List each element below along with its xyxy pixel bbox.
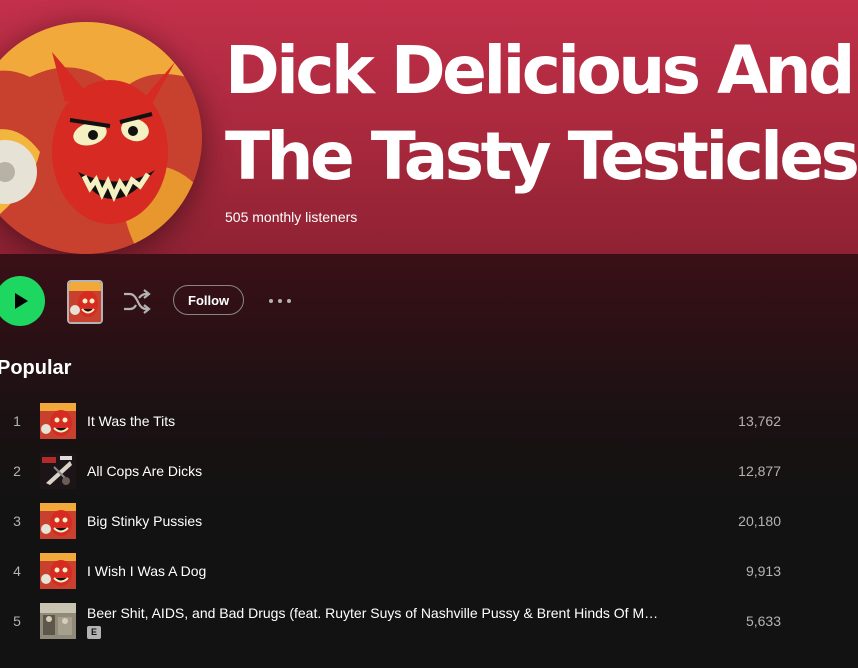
track-artwork [40, 453, 76, 489]
track-number: 4 [13, 563, 21, 579]
artist-name: Dick Delicious And The Tasty Testicles [225, 32, 858, 195]
track-play-count: 13,762 [738, 413, 781, 429]
devil-face-album-art-icon [0, 22, 202, 254]
track-number: 2 [13, 463, 21, 479]
play-icon [15, 293, 28, 309]
artist-header: Dick Delicious And The Tasty Testicles 5… [0, 0, 858, 254]
more-options-dot [278, 299, 282, 303]
track-artwork [40, 553, 76, 589]
artist-avatar [0, 22, 202, 254]
track-row[interactable]: 1 It Was the Tits 13,762 [0, 396, 858, 446]
shuffle-button[interactable] [120, 286, 152, 316]
track-play-count: 5,633 [745, 613, 781, 629]
track-title[interactable]: It Was the Tits [87, 413, 175, 429]
follow-button[interactable]: Follow [173, 285, 245, 315]
track-artwork [40, 603, 76, 639]
devil-art-icon [40, 553, 76, 589]
track-artwork [40, 503, 76, 539]
action-bar: Follow [0, 276, 858, 326]
track-row[interactable]: 3 Big Stinky Pussies 20,180 [0, 496, 858, 546]
shuffle-icon [124, 289, 151, 314]
artist-preview-thumbnail[interactable] [67, 280, 103, 324]
track-number: 5 [13, 613, 21, 629]
track-play-count: 20,180 [738, 513, 781, 529]
track-number: 1 [13, 413, 21, 429]
track-title[interactable]: All Cops Are Dicks [87, 463, 202, 479]
more-options-dot [287, 299, 291, 303]
track-play-count: 9,913 [745, 563, 781, 579]
track-play-count: 12,877 [738, 463, 781, 479]
monthly-listeners: 505 monthly listeners [225, 209, 358, 225]
photo-collage-art-icon [40, 603, 76, 639]
track-row[interactable]: 2 All Cops Are Dicks 12,877 [0, 446, 858, 496]
track-number: 3 [13, 513, 21, 529]
more-options-icon [269, 299, 273, 303]
devil-art-icon [69, 282, 101, 322]
track-row[interactable]: 5 Beer Shit, AIDS, and Bad Drugs (feat. … [0, 596, 858, 646]
more-options-button[interactable] [264, 288, 296, 314]
play-button[interactable] [0, 276, 45, 326]
explicit-badge: E [87, 626, 101, 639]
track-artwork [40, 403, 76, 439]
track-row[interactable]: 4 I Wish I Was A Dog 9,913 [0, 546, 858, 596]
popular-track-list: 1 It Was the Tits 13,762 2 All Cops Are … [0, 396, 858, 646]
devil-art-icon [40, 403, 76, 439]
track-title[interactable]: I Wish I Was A Dog [87, 563, 206, 579]
track-title[interactable]: Beer Shit, AIDS, and Bad Drugs (feat. Ru… [87, 605, 662, 621]
devil-art-icon [40, 503, 76, 539]
artist-content: Follow Popular 1 It Was the Tits 13,762 … [0, 254, 858, 668]
track-title[interactable]: Big Stinky Pussies [87, 513, 202, 529]
popular-section-title: Popular [0, 357, 72, 379]
dark-collage-art-icon [40, 453, 76, 489]
